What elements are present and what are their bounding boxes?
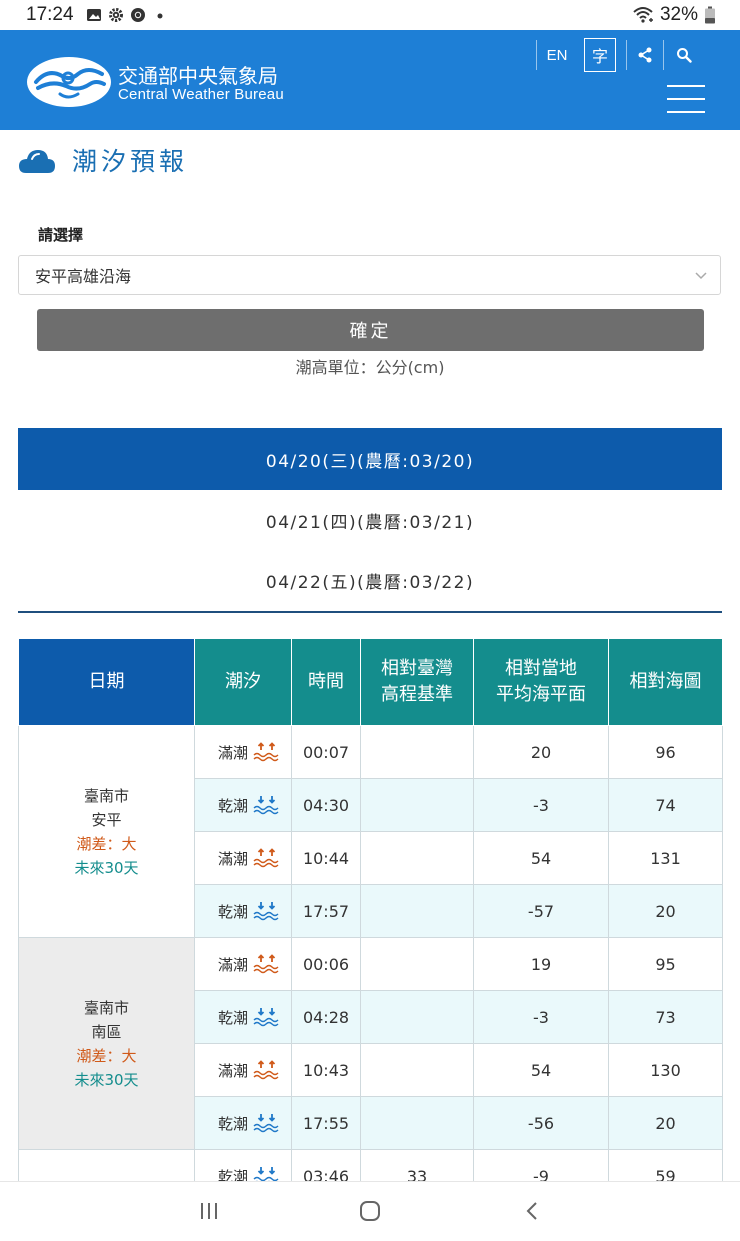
table-row: 臺南市 安平 潮差：大 未來30天 滿潮 00:07 20 96: [18, 725, 723, 938]
status-bar: 17:24 32%: [0, 0, 740, 30]
low-tide-icon: [253, 1008, 279, 1027]
area-select[interactable]: 安平高雄沿海: [18, 255, 721, 295]
wifi-icon: [633, 7, 653, 23]
confirm-button[interactable]: 確定: [37, 309, 704, 351]
unit-text: 潮高單位：公分(cm): [295, 358, 445, 377]
battery-percent: 32%: [659, 4, 698, 25]
share-button[interactable]: [630, 38, 660, 72]
page-title: 潮汐預報: [72, 147, 189, 176]
table-row: 臺南市 南區 潮差：大 未來30天 滿潮 00:06 19 95: [18, 937, 723, 1150]
low-tide-icon: [253, 902, 279, 921]
dot-icon: [157, 13, 163, 19]
page-title-row: 潮汐預報: [18, 142, 188, 178]
search-button[interactable]: [668, 38, 700, 72]
header-msl: 相對當地 平均海平面: [473, 638, 609, 726]
high-tide-icon: [253, 742, 279, 762]
tide-table: 日期 潮汐 時間 相對臺灣 高程基準 相對當地 平均海平面 相對海圖 臺南市 安平 …: [18, 638, 723, 1203]
site-header: 交通部中央氣象局 Central Weather Bureau EN 字: [0, 30, 740, 130]
brand-name-en[interactable]: Central Weather Bureau: [118, 86, 284, 103]
header-twvd: 相對臺灣 高程基準: [360, 638, 474, 726]
gallery-icon: [86, 9, 101, 21]
header-chart: 相對海圖: [608, 638, 723, 726]
header-date: 日期: [18, 638, 195, 726]
home-icon[interactable]: [358, 1200, 382, 1222]
area-select-value: 安平高雄沿海: [35, 267, 132, 286]
high-tide-icon: [253, 1060, 279, 1080]
share-icon: [638, 47, 652, 63]
date-tab-2[interactable]: 04/21(四)(農曆:03/21): [18, 490, 722, 550]
menu-icon[interactable]: [667, 85, 705, 115]
high-tide-icon: [253, 848, 279, 868]
date-tab-3[interactable]: 04/22(五)(農曆:03/22): [18, 550, 722, 610]
back-icon[interactable]: [522, 1200, 542, 1222]
low-tide-icon: [253, 1114, 279, 1133]
date-tabs: 04/20(三)(農曆:03/20) 04/21(四)(農曆:03/21) 04…: [18, 428, 722, 610]
future-30-days-link[interactable]: 未來30天: [19, 1068, 194, 1092]
chrome-icon: [130, 8, 145, 22]
header-time: 時間: [291, 638, 361, 726]
chevron-down-icon: [695, 272, 707, 280]
cloud-icon: [19, 150, 55, 173]
battery-icon: [705, 6, 715, 24]
header-tide: 潮汐: [194, 638, 292, 726]
settings-icon: [108, 8, 123, 22]
font-size-button[interactable]: 字: [584, 38, 616, 72]
search-icon: [677, 48, 692, 63]
location-cell: 臺南市 南區 潮差：大 未來30天: [18, 937, 195, 1150]
tabs-divider: [18, 611, 722, 613]
future-30-days-link[interactable]: 未來30天: [19, 856, 194, 880]
english-button[interactable]: EN: [540, 38, 574, 72]
location-cell: 臺南市 安平 潮差：大 未來30天: [18, 725, 195, 938]
cwb-logo[interactable]: [26, 56, 112, 108]
system-nav-bar: [0, 1181, 740, 1241]
brand-name-zh[interactable]: 交通部中央氣象局: [118, 60, 278, 89]
low-tide-icon: [253, 796, 279, 815]
date-tab-1[interactable]: 04/20(三)(農曆:03/20): [18, 428, 722, 490]
select-label: 請選擇: [38, 226, 84, 244]
recent-apps-icon[interactable]: [198, 1200, 220, 1222]
status-time: 17:24: [26, 4, 74, 25]
high-tide-icon: [253, 954, 279, 974]
